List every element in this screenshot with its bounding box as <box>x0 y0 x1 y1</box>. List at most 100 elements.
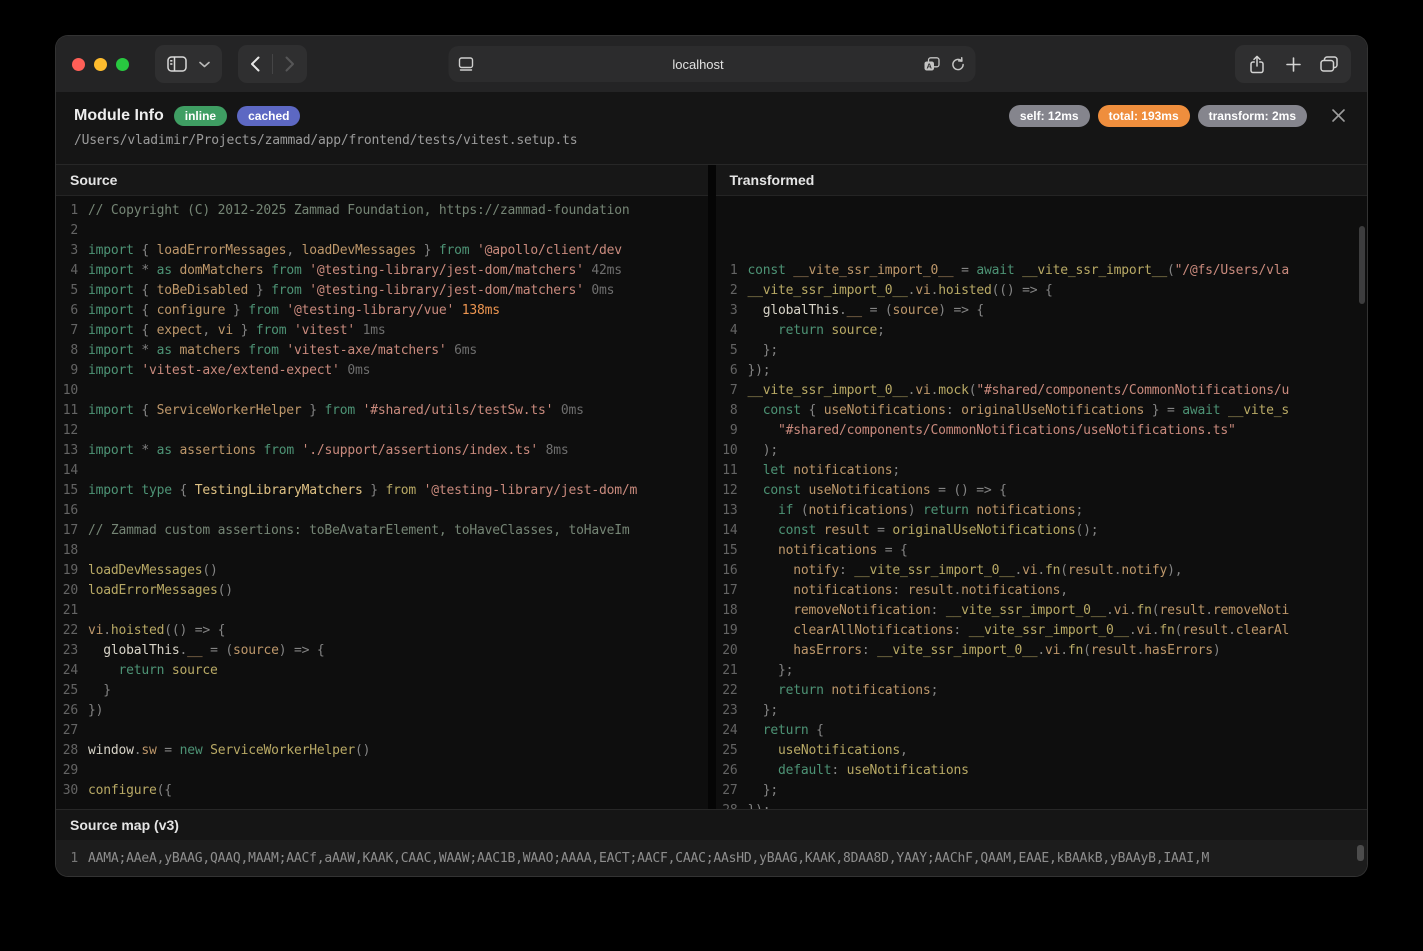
line-number: 2 <box>716 281 748 301</box>
line-number: 10 <box>56 381 88 401</box>
code-line: 17 notifications: result.notifications, <box>716 581 1368 601</box>
line-number: 24 <box>56 661 88 681</box>
code-line: 23 }; <box>716 701 1368 721</box>
line-number: 23 <box>716 701 748 721</box>
code-line: 24 return { <box>716 721 1368 741</box>
code-line: 13import * as assertions from './support… <box>56 441 708 461</box>
line-number: 4 <box>56 261 88 281</box>
code-text: import { ServiceWorkerHelper } from '#sh… <box>88 401 584 421</box>
code-line: 19loadDevMessages() <box>56 561 708 581</box>
chevron-down-icon[interactable] <box>199 61 210 68</box>
sidebar-toggle-button[interactable] <box>167 56 187 72</box>
line-number: 19 <box>56 561 88 581</box>
code-line: 10 ); <box>716 441 1368 461</box>
code-line: 7import { expect, vi } from 'vitest' 1ms <box>56 321 708 341</box>
code-line: 21 }; <box>716 661 1368 681</box>
browser-toolbar: localhost A <box>56 36 1367 92</box>
back-button[interactable] <box>238 45 272 83</box>
code-text: return notifications; <box>748 681 939 701</box>
line-number: 15 <box>716 541 748 561</box>
code-line: 14 const result = originalUseNotificatio… <box>716 521 1368 541</box>
line-number: 16 <box>56 501 88 521</box>
code-line: 4import * as domMatchers from '@testing-… <box>56 261 708 281</box>
line-number: 11 <box>56 401 88 421</box>
timing-self-badge: self: 12ms <box>1009 105 1090 127</box>
sourcemap-scrollbar[interactable] <box>1357 845 1364 861</box>
code-text: }; <box>748 341 779 361</box>
line-number: 21 <box>56 601 88 621</box>
code-line: 10 <box>56 381 708 401</box>
close-button[interactable] <box>1325 102 1351 128</box>
line-number: 7 <box>716 381 748 401</box>
url-field[interactable]: localhost A <box>448 46 975 82</box>
reload-icon[interactable] <box>950 57 965 72</box>
code-text: let notifications; <box>748 461 901 481</box>
line-number: 2 <box>56 221 88 241</box>
line-number: 28 <box>56 741 88 761</box>
line-number: 22 <box>56 621 88 641</box>
code-line: 26}) <box>56 701 708 721</box>
line-number: 27 <box>56 721 88 741</box>
translate-icon[interactable]: A <box>923 57 940 72</box>
minimize-window-button[interactable] <box>94 58 107 71</box>
sourcemap-title: Source map (v3) <box>56 809 1367 840</box>
code-text: import * as assertions from './support/a… <box>88 441 569 461</box>
code-line: 18 <box>56 541 708 561</box>
code-text: removeNotification: __vite_ssr_import_0_… <box>748 601 1290 621</box>
new-tab-button[interactable] <box>1275 45 1311 83</box>
forward-button[interactable] <box>273 45 307 83</box>
code-text: __vite_ssr_import_0__.vi.hoisted(() => { <box>748 281 1053 301</box>
zoom-window-button[interactable] <box>116 58 129 71</box>
line-number: 26 <box>716 761 748 781</box>
line-number: 18 <box>56 541 88 561</box>
code-line: 15 notifications = { <box>716 541 1368 561</box>
vertical-scrollbar[interactable] <box>1359 226 1365 304</box>
close-window-button[interactable] <box>72 58 85 71</box>
code-text: default: useNotifications <box>748 761 969 781</box>
line-number: 10 <box>716 441 748 461</box>
page-title: Module Info <box>74 107 164 125</box>
code-panels: Source 1// Copyright (C) 2012-2025 Zamma… <box>56 165 1367 809</box>
code-line: 13 if (notifications) return notificatio… <box>716 501 1368 521</box>
code-text: ); <box>748 441 779 461</box>
code-line: 1const __vite_ssr_import_0__ = await __v… <box>716 261 1368 281</box>
code-text: hasErrors: __vite_ssr_import_0__.vi.fn(r… <box>748 641 1221 661</box>
code-text: useNotifications, <box>748 741 908 761</box>
code-line: 22vi.hoisted(() => { <box>56 621 708 641</box>
timing-transform-badge: transform: 2ms <box>1198 105 1307 127</box>
browser-window: localhost A <box>56 36 1367 876</box>
code-line: 15import type { TestingLibraryMatchers }… <box>56 481 708 501</box>
page-settings-icon[interactable] <box>458 57 473 71</box>
code-line: 16 <box>56 501 708 521</box>
code-text: }; <box>748 661 794 681</box>
code-text: import * as matchers from 'vitest-axe/ma… <box>88 341 477 361</box>
code-line: 24 return source <box>56 661 708 681</box>
code-line: 16 notify: __vite_ssr_import_0__.vi.fn(r… <box>716 561 1368 581</box>
code-text: return { <box>748 721 824 741</box>
timing-total-badge: total: 193ms <box>1098 105 1190 127</box>
line-number: 18 <box>716 601 748 621</box>
line-number: 30 <box>56 781 88 801</box>
code-text: notifications: result.notifications, <box>748 581 1068 601</box>
code-line: 12 <box>56 421 708 441</box>
line-number: 1 <box>716 261 748 281</box>
line-number: 9 <box>716 421 748 441</box>
code-line: 29 <box>56 761 708 781</box>
code-text: }) <box>88 701 103 721</box>
code-text: }; <box>748 781 779 801</box>
code-line: 21 <box>56 601 708 621</box>
panel-splitter[interactable] <box>708 165 716 809</box>
code-text: import { loadErrorMessages, loadDevMessa… <box>88 241 622 261</box>
code-line: 2 <box>56 221 708 241</box>
share-button[interactable] <box>1239 45 1275 83</box>
code-line: 27 <box>56 721 708 741</box>
code-line: 23 globalThis.__ = (source) => { <box>56 641 708 661</box>
code-line: 9import 'vitest-axe/extend-expect' 0ms <box>56 361 708 381</box>
tab-overview-button[interactable] <box>1311 45 1347 83</box>
line-number: 5 <box>716 341 748 361</box>
line-number: 14 <box>56 461 88 481</box>
code-text: clearAllNotifications: __vite_ssr_import… <box>748 621 1290 641</box>
code-line: 30configure({ <box>56 781 708 801</box>
line-number: 24 <box>716 721 748 741</box>
badge-cached: cached <box>237 106 300 126</box>
